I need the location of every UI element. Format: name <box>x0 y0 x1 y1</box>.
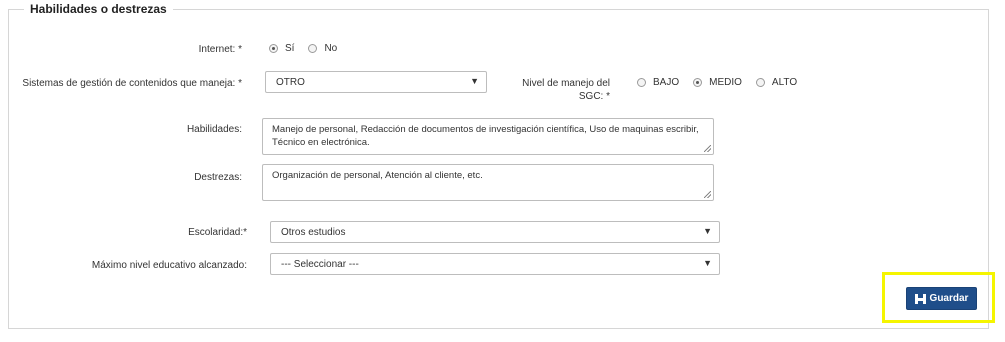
sgc-radio-bajo[interactable]: BAJO <box>637 77 679 88</box>
radio-checked-icon[interactable] <box>693 78 703 87</box>
destrezas-text: Organización de personal, Atención al cl… <box>272 170 483 181</box>
sgc-radio-medio[interactable]: MEDIO <box>693 77 742 88</box>
nivel-educativo-label: Máximo nivel educativo alcanzado: <box>91 260 247 271</box>
destrezas-textarea[interactable]: Organización de personal, Atención al cl… <box>262 164 714 201</box>
cms-label: Sistemas de gestión de contenidos que ma… <box>22 78 242 89</box>
escolaridad-select[interactable]: Otros estudios ▼ <box>270 221 720 243</box>
sgc-level-radio-group: BAJO MEDIO ALTO <box>637 77 811 88</box>
sgc-level-label: Nivel de manejo del SGC: * <box>522 78 610 102</box>
internet-radio-group: Sí No <box>269 43 351 54</box>
habilidades-text: Manejo de personal, Redacción de documen… <box>272 124 699 148</box>
dropdown-arrow-icon: ▼ <box>703 258 712 268</box>
section-title: Habilidades o destrezas <box>24 2 173 16</box>
resize-handle-icon[interactable] <box>704 191 711 198</box>
save-icon <box>914 293 926 304</box>
nivel-educativo-select-value: --- Seleccionar --- <box>281 258 359 270</box>
save-button[interactable]: Guardar <box>906 287 977 310</box>
cms-select-value: OTRO <box>276 76 305 88</box>
internet-label: Internet: * <box>198 44 242 55</box>
nivel-educativo-select[interactable]: --- Seleccionar --- ▼ <box>270 253 720 275</box>
dropdown-arrow-icon: ▼ <box>703 226 712 236</box>
escolaridad-select-value: Otros estudios <box>281 226 346 238</box>
destrezas-label: Destrezas: <box>194 172 242 183</box>
resize-handle-icon[interactable] <box>704 145 711 152</box>
dropdown-arrow-icon: ▼ <box>470 76 479 86</box>
internet-radio-si[interactable]: Sí <box>269 43 294 54</box>
sgc-radio-alto[interactable]: ALTO <box>755 77 797 88</box>
escolaridad-label: Escolaridad:* <box>188 227 247 238</box>
radio-unchecked-icon[interactable] <box>308 44 318 53</box>
radio-unchecked-icon[interactable] <box>637 78 646 87</box>
habilidades-textarea[interactable]: Manejo de personal, Redacción de documen… <box>262 118 714 155</box>
save-button-label: Guardar <box>929 293 969 304</box>
internet-radio-no[interactable]: No <box>308 43 337 54</box>
cms-select[interactable]: OTRO ▼ <box>265 71 487 93</box>
habilidades-label: Habilidades: <box>186 124 242 135</box>
radio-unchecked-icon[interactable] <box>755 78 765 87</box>
radio-checked-icon[interactable] <box>269 44 278 53</box>
